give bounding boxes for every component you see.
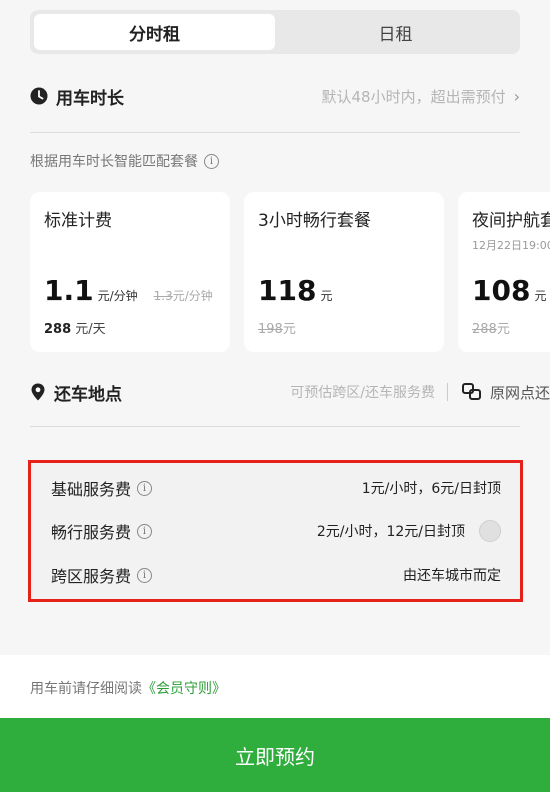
card-original-price: 1.3 <box>153 289 173 303</box>
fee-value: 由还车城市而定 <box>403 568 501 584</box>
fee-label: 跨区服务费 <box>51 567 132 586</box>
card-daily-unit: 元/天 <box>75 322 106 337</box>
book-now-button[interactable]: 立即预约 <box>0 718 550 792</box>
duration-note: 默认48小时内，超出需预付 <box>321 87 506 106</box>
info-icon[interactable]: i <box>204 153 219 169</box>
card-price-unit: 元 <box>534 289 547 303</box>
card-original-unit: 元 <box>496 322 510 337</box>
info-icon[interactable]: i <box>137 480 153 496</box>
package-card-night[interactable]: 夜间护航套 12月22日19:00 108 元 288元 <box>458 192 550 352</box>
terms-notice-text: 用车前请仔细阅读 <box>30 681 142 697</box>
rental-duration-row[interactable]: 用车时长 默认48小时内，超出需预付 › <box>30 78 520 114</box>
card-subtitle: 12月22日19:00 <box>472 239 550 252</box>
card-original-price: 288 <box>472 322 497 337</box>
fee-row-unlimited: 畅行服务费 i 2元/小时，12元/日封顶 <box>51 516 501 546</box>
card-title: 标准计费 <box>44 211 112 231</box>
card-price: 108 <box>472 274 531 307</box>
terms-notice: 用车前请仔细阅读《会员守则》 <box>30 678 226 698</box>
fee-row-basic: 基础服务费 i 1元/小时，6元/日封顶 <box>51 473 501 503</box>
service-fees-box: 基础服务费 i 1元/小时，6元/日封顶 畅行服务费 i 2元/小时，12元/日… <box>28 460 523 602</box>
package-hint: 根据用车时长智能匹配套餐 i <box>30 151 219 171</box>
fee-label: 畅行服务费 <box>51 523 132 542</box>
card-title: 3小时畅行套餐 <box>258 211 371 231</box>
location-pin-icon <box>31 383 45 401</box>
fee-value: 2元/小时，12元/日封顶 <box>316 524 465 540</box>
fee-value: 1元/小时，6元/日封顶 <box>361 481 501 497</box>
return-location-row[interactable]: 还车地点 可预估跨区/还车服务费 原网点还 <box>30 375 550 409</box>
card-original-unit: 元/分钟 <box>172 289 213 303</box>
card-price: 118 <box>258 274 317 307</box>
duration-title: 用车时长 <box>56 88 124 109</box>
package-hint-text: 根据用车时长智能匹配套餐 <box>30 154 198 170</box>
info-icon[interactable]: i <box>137 523 153 539</box>
card-original-unit: 元 <box>282 322 296 337</box>
member-rules-link[interactable]: 《会员守则》 <box>142 681 226 697</box>
card-original-price: 198 <box>258 322 283 337</box>
return-option-label[interactable]: 原网点还 <box>490 382 550 403</box>
return-title: 还车地点 <box>54 384 122 405</box>
card-title: 夜间护航套 <box>472 211 550 231</box>
card-daily-cap: 288 <box>44 322 72 337</box>
card-price-unit: 元/分钟 <box>97 289 138 303</box>
clock-icon <box>30 87 48 105</box>
chevron-right-icon: › <box>513 86 520 106</box>
divider <box>446 383 448 401</box>
fee-row-cross-zone: 跨区服务费 i 由还车城市而定 <box>51 560 501 590</box>
card-price-unit: 元 <box>320 289 333 303</box>
info-icon[interactable]: i <box>137 567 153 583</box>
card-price: 1.1 <box>44 274 94 307</box>
tab-daily-rental[interactable]: 日租 <box>275 14 516 50</box>
rental-type-tabs: 分时租 日租 <box>30 10 520 54</box>
return-note: 可预估跨区/还车服务费 <box>290 385 435 401</box>
divider <box>30 132 520 133</box>
unlimited-fee-checkbox[interactable] <box>479 520 501 542</box>
package-card-3h[interactable]: 3小时畅行套餐 118 元 198元 <box>244 192 444 352</box>
fee-label: 基础服务费 <box>51 480 132 499</box>
package-carousel[interactable]: 标准计费 1.1 元/分钟 1.3元/分钟 288 元/天 3小时畅行套餐 11… <box>30 192 550 352</box>
divider <box>30 426 520 427</box>
package-card-standard[interactable]: 标准计费 1.1 元/分钟 1.3元/分钟 288 元/天 <box>30 192 230 352</box>
swap-location-icon[interactable] <box>461 383 482 401</box>
tab-hourly-rental[interactable]: 分时租 <box>34 14 275 50</box>
